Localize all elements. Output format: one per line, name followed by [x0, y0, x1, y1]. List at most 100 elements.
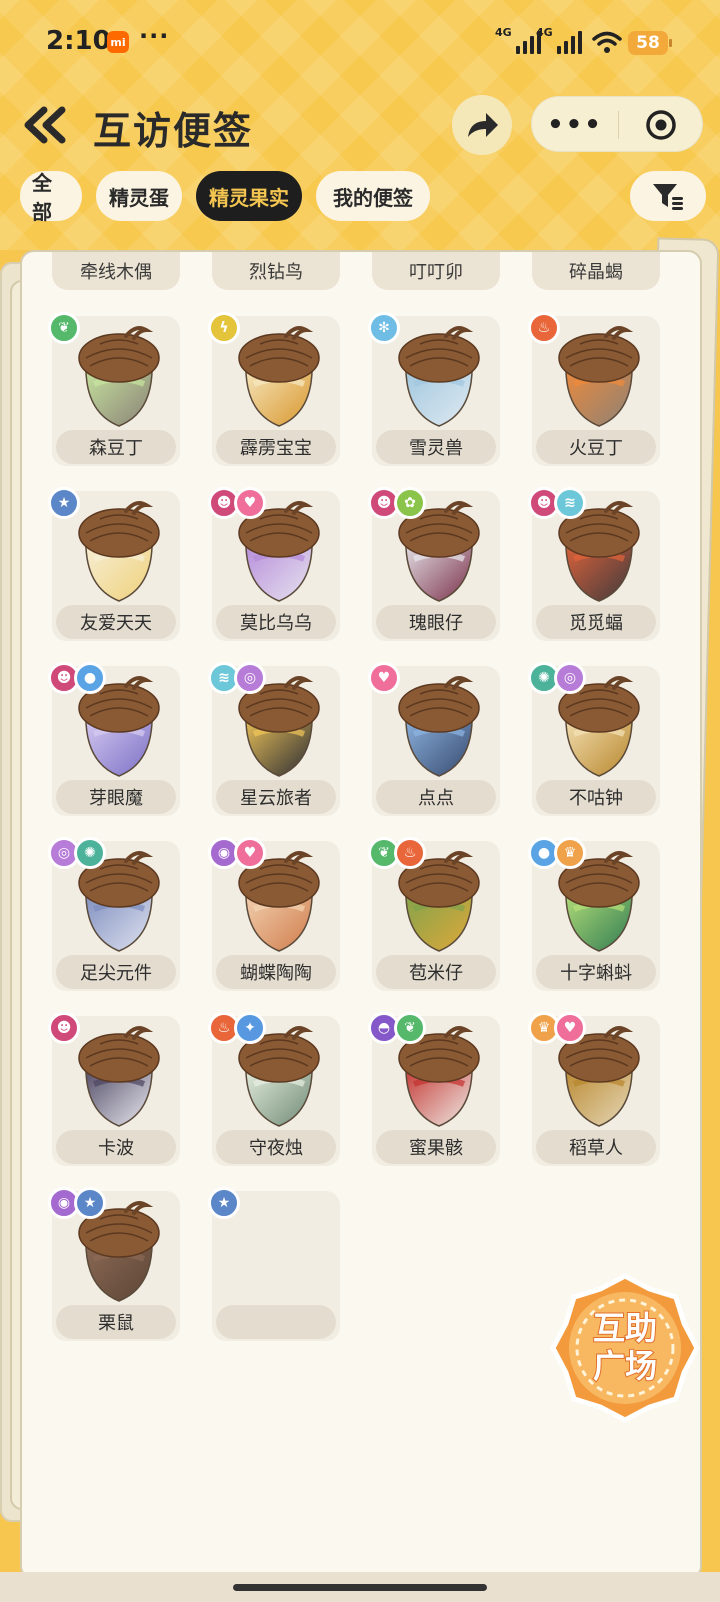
fruit-name: 莫比乌乌: [216, 605, 336, 639]
element-badges: ● ♛: [528, 837, 586, 869]
partially-scrolled-row: 牵线木偶 烈钻鸟 叮叮卯 碎晶蝎: [52, 252, 692, 292]
fruit-card[interactable]: ✻ 雪灵兽: [368, 312, 500, 466]
fruit-card[interactable]: ☻ 卡波: [48, 1012, 180, 1166]
fruit-name: 森豆丁: [56, 430, 176, 464]
fruit-name: 瑰眼仔: [376, 605, 496, 639]
fruit-name: 雪灵兽: [376, 430, 496, 464]
element-badges: ♥: [368, 662, 400, 694]
leaf-icon: ❦: [48, 312, 80, 344]
mi-app-icon: mi: [107, 31, 129, 53]
element-badges: ≋ ◎: [208, 662, 266, 694]
spiral-icon: ◎: [234, 662, 266, 694]
element-badges: ♛ ♥: [528, 1012, 586, 1044]
fruit-name: 栗鼠: [56, 1305, 176, 1339]
bug-icon: ✿: [394, 487, 426, 519]
element-badges: ★: [208, 1187, 240, 1219]
fruit-name: 蜜果骸: [376, 1130, 496, 1164]
fruit-card[interactable]: ♨ 火豆丁: [528, 312, 660, 466]
help-plaza-line2: 广场: [593, 1347, 657, 1385]
element-badges: ❦ ♨: [368, 837, 426, 869]
fruit-card[interactable]: ≋ ◎ 星云旅者: [208, 662, 340, 816]
list-item-label[interactable]: 烈钻鸟: [212, 252, 340, 290]
fruit-card[interactable]: ◉ ♥ 蝴蝶陶陶: [208, 837, 340, 991]
fruit-name: 芽眼魔: [56, 780, 176, 814]
share-button[interactable]: [452, 95, 512, 155]
miniprogram-capsule: •••: [531, 96, 703, 152]
leaf-icon: ❦: [394, 1012, 426, 1044]
element-badges: ✻: [368, 312, 400, 344]
signal-icon: 4G: [495, 26, 541, 54]
fruit-card[interactable]: ◉ ★ 栗鼠: [48, 1187, 180, 1341]
list-item-label[interactable]: 叮叮卯: [372, 252, 500, 290]
heart-icon: ♥: [234, 837, 266, 869]
heart-icon: ♥: [554, 1012, 586, 1044]
battery-indicator: 58: [628, 31, 672, 55]
filter-button[interactable]: [630, 171, 706, 221]
crown-icon: ♛: [554, 837, 586, 869]
fruit-card[interactable]: ♨ ✦ 守夜烛: [208, 1012, 340, 1166]
star-icon: ★: [48, 487, 80, 519]
help-plaza-line1: 互助: [593, 1309, 657, 1347]
tab-spirit-egg[interactable]: 精灵蛋: [96, 171, 182, 221]
sparkle-icon: ✦: [234, 1012, 266, 1044]
back-button[interactable]: [22, 104, 68, 146]
acorn-fruit-icon: [398, 326, 480, 427]
element-badges: ◉ ♥: [208, 837, 266, 869]
star-icon: ★: [208, 1187, 240, 1219]
fruit-name: 卡波: [56, 1130, 176, 1164]
category-tabs: 全部 精灵蛋 精灵果实 我的便签: [20, 171, 430, 224]
fruit-card[interactable]: ✺ ◎ 不咕钟: [528, 662, 660, 816]
flame-icon: ♨: [394, 837, 426, 869]
help-plaza-badge-icon: 互助 广场: [550, 1273, 700, 1423]
acorn-fruit-icon: [398, 676, 480, 777]
fruit-card[interactable]: ☻ ● 芽眼魔: [48, 662, 180, 816]
wifi-icon: [592, 31, 622, 53]
status-time: 2:10: [46, 26, 111, 56]
fruit-card[interactable]: ϟ 霹雳宝宝: [208, 312, 340, 466]
fruit-card[interactable]: ♥ 点点: [368, 662, 500, 816]
fruit-name: 觅觅蝠: [536, 605, 656, 639]
fruit-card[interactable]: ☻ ✿ 瑰眼仔: [368, 487, 500, 641]
fruit-name: 蝴蝶陶陶: [216, 955, 336, 989]
element-badges: ♨ ✦: [208, 1012, 266, 1044]
acorn-fruit-icon: [558, 326, 640, 427]
fruit-card[interactable]: ● ♛ 十字蝌蚪: [528, 837, 660, 991]
fruit-card[interactable]: ◎ ✺ 足尖元件: [48, 837, 180, 991]
help-plaza-button[interactable]: 互助 广场: [548, 1273, 702, 1423]
fruit-card[interactable]: ☻ ≋ 觅觅蝠: [528, 487, 660, 641]
home-indicator[interactable]: [233, 1584, 487, 1591]
fruit-card[interactable]: ♛ ♥ 稻草人: [528, 1012, 660, 1166]
network-label-2: 4G: [536, 26, 553, 39]
element-badges: ★: [48, 487, 80, 519]
fruit-card[interactable]: ◓ ❦ 蜜果骸: [368, 1012, 500, 1166]
list-item-label[interactable]: 碎晶蝎: [532, 252, 660, 290]
wing-icon: ≋: [554, 487, 586, 519]
fruit-card[interactable]: ★: [208, 1187, 340, 1341]
tab-all[interactable]: 全部: [20, 171, 82, 224]
tab-my-notes[interactable]: 我的便签: [316, 171, 430, 221]
status-bar: 2:10 mi ··· 4G 4G 58: [0, 0, 720, 84]
fruit-card[interactable]: ☻ ♥ 莫比乌乌: [208, 487, 340, 641]
element-badges: ◓ ❦: [368, 1012, 426, 1044]
fruit-name: 稻草人: [536, 1130, 656, 1164]
tab-spirit-fruit[interactable]: 精灵果实: [196, 171, 302, 221]
signal-icon-2: 4G: [536, 26, 582, 54]
fruit-name: 点点: [376, 780, 496, 814]
element-badges: ◉ ★: [48, 1187, 106, 1219]
more-options-button[interactable]: •••: [532, 97, 618, 153]
water-icon: ●: [74, 662, 106, 694]
close-miniprogram-button[interactable]: [618, 97, 704, 153]
fruit-card[interactable]: ❦ 森豆丁: [48, 312, 180, 466]
fruit-card[interactable]: ★ 友爱天天: [48, 487, 180, 641]
fruit-card[interactable]: ❦ ♨ 苞米仔: [368, 837, 500, 991]
element-badges: ϟ: [208, 312, 240, 344]
element-badges: ✺ ◎: [528, 662, 586, 694]
fruit-name: 守夜烛: [216, 1130, 336, 1164]
double-chevron-left-icon: [24, 106, 66, 144]
list-item-label[interactable]: 牵线木偶: [52, 252, 180, 290]
element-badges: ☻ ●: [48, 662, 106, 694]
lightning-icon: ϟ: [208, 312, 240, 344]
filter-funnel-icon: [653, 184, 683, 210]
element-badges: ☻ ♥: [208, 487, 266, 519]
acorn-fruit-icon: [238, 326, 320, 427]
